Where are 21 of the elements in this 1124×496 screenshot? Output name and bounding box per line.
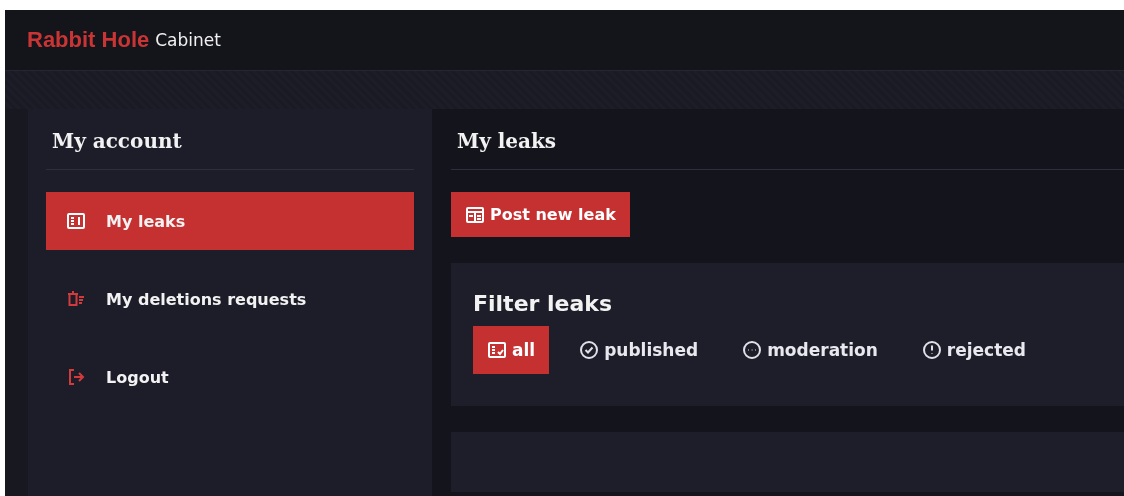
document-icon	[487, 340, 507, 360]
sidebar-item[interactable]: My deletions requests	[46, 270, 414, 328]
ellipsis-circle-icon	[742, 340, 763, 360]
exclamation-circle-icon	[921, 340, 942, 360]
sidebar-item[interactable]: Logout	[46, 348, 414, 406]
brand-subtitle: Cabinet	[155, 30, 221, 50]
filter-option[interactable]: moderation	[728, 326, 892, 374]
logout-icon	[66, 367, 86, 387]
filter-option[interactable]: published	[565, 326, 713, 374]
brand-name: Rabbit Hole	[27, 27, 150, 53]
filter-option[interactable]: rejected	[907, 326, 1041, 374]
page-title: My leaks	[451, 109, 1124, 170]
check-circle-icon	[579, 340, 600, 360]
document-icon	[66, 211, 86, 231]
calendar-icon	[465, 204, 485, 225]
filter-title: Filter leaks	[473, 291, 614, 316]
filter-option[interactable]: all	[473, 326, 550, 374]
sidebar-item[interactable]: My leaks	[46, 192, 414, 250]
post-button[interactable]: Post new leak	[451, 192, 630, 237]
sidebar-title: My account	[46, 109, 414, 170]
trash-icon	[66, 289, 86, 309]
